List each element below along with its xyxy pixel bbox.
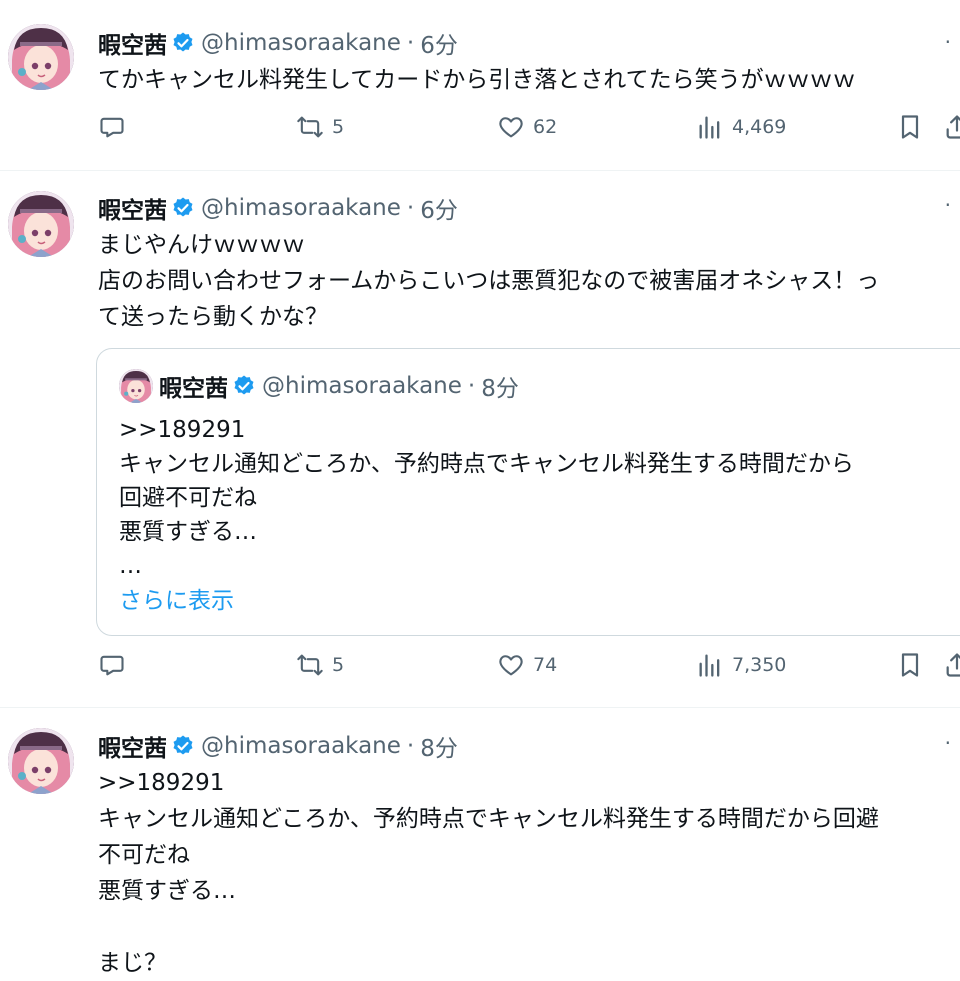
share-icon — [946, 115, 960, 139]
timestamp[interactable]: 6分 — [420, 26, 458, 60]
retweet-button[interactable]: 5 — [296, 651, 344, 679]
show-more-link[interactable]: さらに表示 — [119, 581, 234, 615]
speech-bubble-icon — [100, 117, 124, 138]
tweet-2[interactable]: 暇空茜 @himasoraakane · 6分 · まじやんけｗｗｗｗ 店のお問… — [0, 171, 960, 707]
quoted-timestamp: 8分 — [481, 376, 519, 402]
tweet-header: 暇空茜 @himasoraakane · 6分 — [98, 26, 458, 60]
retweet-arrows-icon — [297, 654, 323, 676]
verified-badge-icon — [173, 735, 193, 755]
speech-bubble-icon — [100, 655, 124, 676]
tweet-3[interactable]: 暇空茜 @himasoraakane · 8分 · >>189291 キャンセル… — [0, 708, 960, 976]
retweet-arrows-icon — [297, 116, 323, 138]
tweet-1[interactable]: 暇空茜 @himasoraakane · 6分 · てかキャンセル料発生してカー… — [0, 0, 960, 170]
views-button[interactable]: 7,350 — [696, 651, 786, 679]
quoted-header: 暇空茜 @himasoraakane · 8分 — [159, 369, 519, 403]
user-handle[interactable]: @himasoraakane — [201, 30, 401, 56]
user-handle[interactable]: @himasoraakane — [201, 733, 401, 759]
user-handle[interactable]: @himasoraakane — [201, 195, 401, 221]
reply-button[interactable] — [98, 651, 134, 679]
heart-icon — [499, 655, 523, 676]
like-count: 62 — [533, 116, 558, 138]
tweet-header: 暇空茜 @himasoraakane · 6分 — [98, 191, 458, 225]
share-button[interactable] — [943, 113, 960, 141]
bookmark-icon — [901, 653, 919, 677]
bar-chart-icon — [699, 654, 720, 677]
quoted-text: >>189291 キャンセル通知どころか、予約時点でキャンセル料発生する時間だか… — [119, 417, 854, 579]
display-name[interactable]: 暇空茜 — [98, 26, 167, 60]
quoted-display-name: 暇空茜 — [159, 376, 228, 402]
display-name[interactable]: 暇空茜 — [98, 191, 167, 225]
tweet-text: まじやんけｗｗｗｗ 店のお問い合わせフォームからこいつは悪質犯なので被害届オネシ… — [98, 232, 880, 330]
reply-button[interactable] — [98, 113, 134, 141]
share-icon — [946, 653, 960, 677]
verified-badge-icon — [173, 197, 193, 217]
avatar[interactable] — [8, 191, 74, 257]
separator-dot: · — [406, 733, 415, 759]
like-button[interactable]: 62 — [497, 113, 557, 141]
bookmark-icon — [901, 115, 919, 139]
timestamp[interactable]: 6分 — [420, 191, 458, 225]
tweet-text: てかキャンセル料発生してカードから引き落とされてたら笑うがｗｗｗｗ — [98, 67, 856, 93]
more-dots-icon[interactable]: · — [945, 731, 952, 755]
view-count: 7,350 — [732, 654, 787, 676]
quoted-handle: @himasoraakane — [262, 373, 462, 399]
verified-badge-icon — [173, 32, 193, 52]
avatar[interactable] — [8, 24, 74, 90]
quoted-avatar[interactable] — [119, 369, 153, 403]
like-button[interactable]: 74 — [497, 651, 557, 679]
avatar[interactable] — [8, 728, 74, 794]
bookmark-button[interactable] — [896, 651, 932, 679]
action-bar: 5 74 7,350 — [98, 651, 960, 691]
bar-chart-icon — [699, 116, 720, 139]
more-dots-icon[interactable]: · — [945, 30, 952, 54]
timestamp[interactable]: 8分 — [420, 729, 458, 763]
bookmark-button[interactable] — [896, 113, 932, 141]
retweet-count: 5 — [332, 654, 345, 676]
separator-dot: · — [467, 373, 476, 399]
separator-dot: · — [406, 195, 415, 221]
like-count: 74 — [533, 654, 558, 676]
action-bar: 5 62 4,469 — [98, 113, 960, 153]
view-count: 4,469 — [732, 116, 787, 138]
heart-icon — [499, 117, 523, 138]
more-dots-icon[interactable]: · — [945, 193, 952, 217]
retweet-count: 5 — [332, 116, 345, 138]
tweet-header: 暇空茜 @himasoraakane · 8分 — [98, 729, 458, 763]
share-button[interactable] — [943, 651, 960, 679]
separator-dot: · — [406, 30, 415, 56]
display-name[interactable]: 暇空茜 — [98, 729, 167, 763]
retweet-button[interactable]: 5 — [296, 113, 344, 141]
verified-badge-icon — [234, 375, 254, 395]
quoted-tweet[interactable]: 暇空茜 @himasoraakane · 8分 >>189291 キャンセル通知… — [96, 348, 960, 636]
views-button[interactable]: 4,469 — [696, 113, 786, 141]
tweet-text: >>189291 キャンセル通知どころか、予約時点でキャンセル料発生する時間だか… — [98, 770, 879, 976]
